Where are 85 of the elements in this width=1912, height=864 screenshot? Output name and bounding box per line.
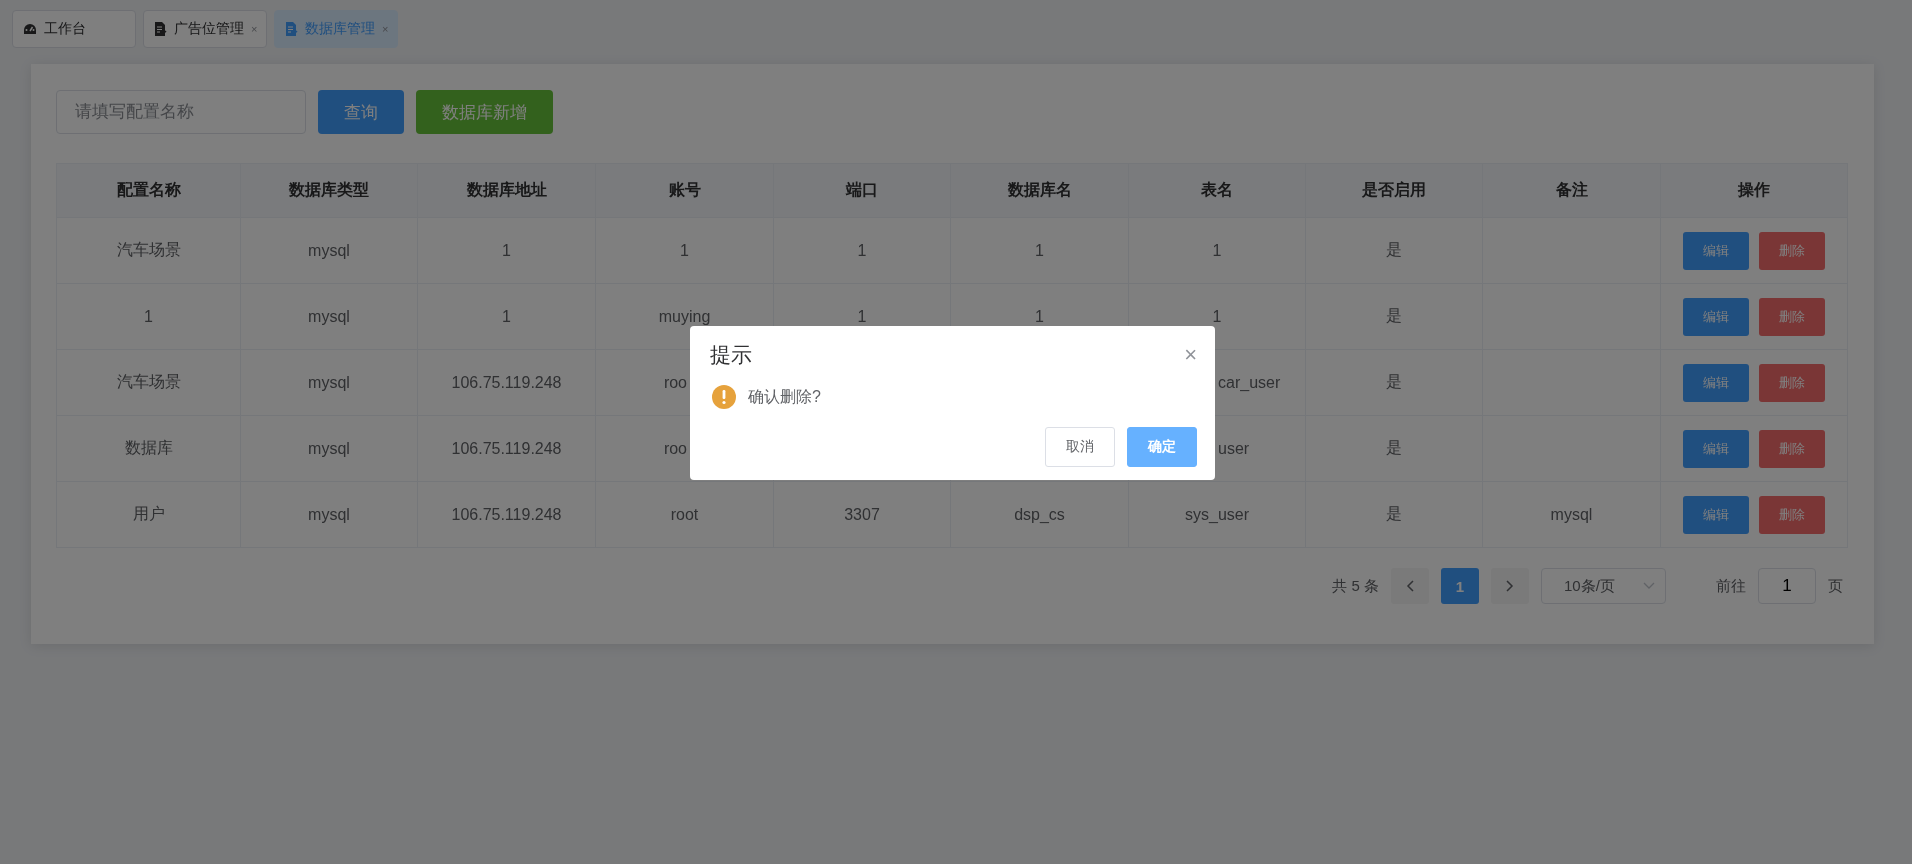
query-button[interactable]: 查询: [318, 90, 404, 134]
next-page-button[interactable]: [1491, 568, 1529, 604]
page-size-select[interactable]: 10条/页: [1541, 568, 1666, 604]
table-cell: sys_user: [1185, 505, 1249, 523]
table-cell: 是: [1386, 307, 1402, 324]
delete-button[interactable]: 删除: [1759, 231, 1825, 270]
chevron-right-icon: [1506, 580, 1514, 592]
table-cell: mysql: [308, 307, 350, 325]
total-count: 共 5 条: [1332, 576, 1379, 596]
document-icon: [285, 22, 298, 36]
table-cell: 是: [1386, 505, 1402, 522]
document-icon: [154, 22, 167, 36]
table-cell: 1: [144, 307, 153, 325]
column-header: 备注: [1482, 163, 1661, 218]
table-cell: mysql: [308, 373, 350, 391]
table-cell: root: [670, 505, 699, 523]
goto-label: 前往: [1716, 576, 1746, 596]
tab[interactable]: 广告位管理 ×: [143, 10, 267, 48]
table-cell: roo: [663, 373, 687, 391]
tab[interactable]: 数据库管理 ×: [274, 10, 398, 48]
delete-button[interactable]: 删除: [1759, 429, 1825, 468]
column-header: 是否启用: [1305, 163, 1483, 218]
table-cell: dsp_cs: [1014, 505, 1065, 523]
column-header: 端口: [773, 163, 951, 218]
chevron-left-icon: [1406, 580, 1414, 592]
table-cell: 1: [1035, 307, 1044, 325]
table-cell: mysql: [308, 505, 350, 523]
table-cell: car_user: [1218, 373, 1281, 391]
table-cell: 是: [1386, 241, 1402, 258]
edit-button[interactable]: 编辑: [1683, 231, 1749, 270]
confirm-button[interactable]: 确定: [1127, 427, 1197, 467]
table-cell: roo: [663, 439, 687, 457]
search-field[interactable]: 请填写配置名称: [56, 90, 306, 134]
table-cell: 1: [857, 241, 867, 259]
delete-button[interactable]: 删除: [1759, 495, 1825, 534]
tab[interactable]: 工作台: [12, 10, 136, 48]
table-cell: 1: [1212, 307, 1222, 325]
table-cell: 1: [502, 307, 511, 325]
close-icon[interactable]: ×: [1184, 344, 1197, 366]
table-cell: 汽车场景: [116, 373, 181, 390]
page-input[interactable]: 1: [1758, 568, 1816, 604]
column-header: 数据库类型: [240, 163, 418, 218]
edit-button[interactable]: 编辑: [1683, 429, 1749, 468]
column-header: 账号: [595, 163, 774, 218]
table-cell: mysql: [1550, 505, 1593, 523]
table-cell: muying: [658, 307, 711, 325]
prev-page-button[interactable]: [1391, 568, 1429, 604]
chevron-down-icon: [1643, 582, 1655, 590]
dialog-message: 确认删除?: [748, 386, 821, 407]
page-button[interactable]: 1: [1441, 568, 1479, 604]
edit-button[interactable]: 编辑: [1683, 363, 1749, 402]
delete-button[interactable]: 删除: [1759, 297, 1825, 336]
close-icon[interactable]: ×: [251, 23, 258, 35]
table-cell: 106.75.119.248: [451, 505, 562, 523]
add-button[interactable]: 数据库新增: [416, 90, 553, 134]
close-icon[interactable]: ×: [382, 23, 389, 35]
table-cell: 是: [1386, 373, 1402, 390]
warning-icon: [712, 385, 736, 409]
cancel-button[interactable]: 取消: [1045, 427, 1115, 467]
table-cell: 用户: [132, 505, 165, 522]
dashboard-icon: [23, 23, 37, 35]
column-header: 数据库名: [950, 163, 1129, 218]
edit-button[interactable]: 编辑: [1683, 495, 1749, 534]
table-cell: mysql: [308, 241, 350, 259]
dialog-title: 提示: [710, 342, 752, 368]
table-cell: 1: [1212, 241, 1222, 259]
column-header: 表名: [1128, 163, 1306, 218]
delete-button[interactable]: 删除: [1759, 363, 1825, 402]
edit-button[interactable]: 编辑: [1683, 297, 1749, 336]
table-cell: 106.75.119.248: [451, 373, 562, 391]
table-cell: 3307: [844, 505, 880, 523]
table-cell: 106.75.119.248: [451, 439, 562, 457]
table-cell: 1: [502, 241, 511, 259]
column-header: 数据库地址: [417, 163, 596, 218]
table-cell: 汽车场景: [116, 241, 181, 258]
table-cell: 1: [1035, 241, 1044, 259]
table-cell: 是: [1386, 439, 1402, 456]
table-cell: 1: [680, 241, 689, 259]
page-suffix: 页: [1828, 576, 1843, 596]
column-header: 配置名称: [56, 163, 241, 218]
table-cell: 数据库: [124, 439, 173, 456]
table-cell: 1: [857, 307, 867, 325]
column-header: 操作: [1660, 163, 1848, 218]
table-cell: user: [1218, 439, 1250, 457]
table-cell: mysql: [308, 439, 350, 457]
